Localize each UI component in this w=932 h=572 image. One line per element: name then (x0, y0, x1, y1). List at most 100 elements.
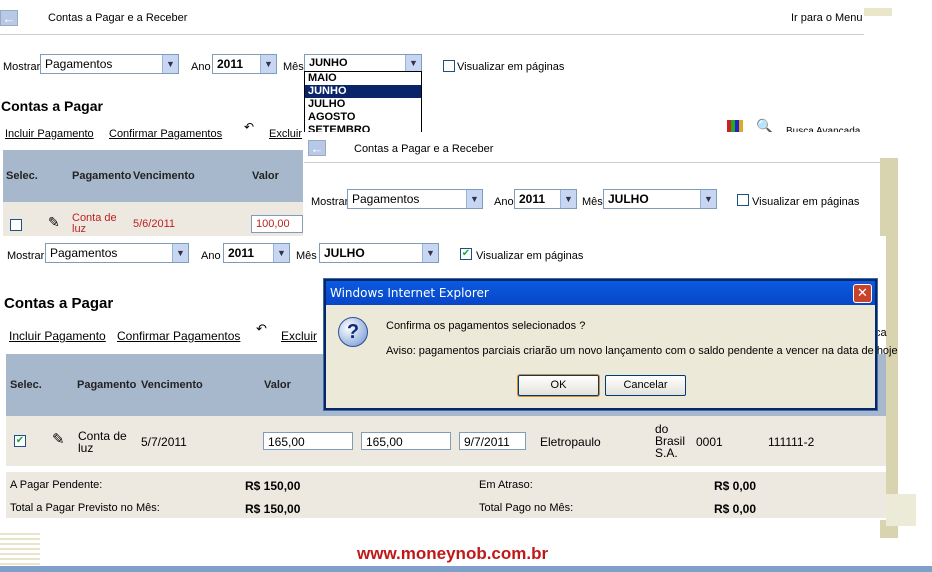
back-arrow-icon[interactable]: ← (0, 10, 18, 26)
incluir-pagamento-link[interactable]: Incluir Pagamento (9, 329, 106, 343)
mostrar-label: Mostrar (7, 250, 45, 262)
confirmar-pagamentos-link[interactable]: Confirmar Pagamentos (109, 128, 222, 140)
chevron-down-icon: ▼ (273, 244, 289, 262)
close-icon[interactable]: ✕ (853, 284, 872, 303)
chevron-down-icon: ▼ (162, 55, 178, 73)
page-title: Contas a Pagar e a Receber (48, 12, 188, 24)
mostrar-select[interactable]: Pagamentos ▼ (45, 243, 189, 263)
ano-select[interactable]: 2011 ▼ (212, 54, 277, 74)
mostrar-select[interactable]: Pagamentos ▼ (40, 54, 179, 74)
total-previsto-value: R$ 150,00 (245, 502, 301, 516)
mes-value: JUNHO (309, 57, 348, 69)
visualizar-label: Visualizar em páginas (752, 196, 860, 208)
col-valor: Valor (264, 379, 291, 391)
atraso-value: R$ 0,00 (714, 479, 757, 493)
row-vencimento: 5/6/2011 (133, 218, 176, 230)
row-valor-input[interactable]: 100,00 (251, 215, 303, 233)
dropdown-option-selected[interactable]: JUNHO (305, 85, 421, 98)
row-banco: do Brasil S.A. (655, 422, 686, 460)
total-pago-value: R$ 0,00 (714, 502, 757, 516)
col-valor: Valor (252, 170, 279, 182)
mostrar-value: Pagamentos (352, 192, 420, 206)
mes-value: JULHO (608, 192, 649, 206)
row-checkbox[interactable] (10, 219, 22, 231)
left-decor (0, 530, 40, 566)
payment-icon: ✎ (52, 431, 65, 448)
col-selec: Selec. (10, 379, 42, 391)
col-vencimento: Vencimento (133, 170, 195, 182)
dialog-message: Confirma os pagamentos selecionados ? (386, 320, 586, 332)
ano-select[interactable]: 2011 ▼ (223, 243, 290, 263)
row-name[interactable]: Conta de luz (78, 430, 130, 454)
row-vencimento: 5/7/2011 (141, 435, 187, 449)
row-data-input[interactable]: 9/7/2011 (459, 432, 526, 450)
mostrar-label: Mostrar (311, 196, 349, 208)
dropdown-option[interactable]: AGOSTO (305, 111, 421, 124)
mes-select[interactable]: JULHO ▼ (603, 189, 717, 209)
chevron-down-icon: ▼ (422, 244, 438, 262)
col-pagamento: Pagamento (77, 379, 137, 391)
decor-strip (864, 8, 892, 16)
confirm-dialog: Windows Internet Explorer ✕ ? Confirma o… (324, 279, 898, 410)
chevron-down-icon: ▼ (172, 244, 188, 262)
mostrar-value: Pagamentos (50, 246, 118, 260)
chevron-down-icon: ▼ (260, 55, 276, 73)
ano-label: Ano (191, 61, 211, 73)
row-agencia: 0001 (696, 435, 723, 449)
visualizar-label: Visualizar em páginas (457, 61, 565, 73)
payment-icon: ✎ (48, 214, 60, 230)
ano-value: 2011 (519, 192, 546, 206)
excluir-link[interactable]: Excluir (281, 329, 317, 343)
row-valor-input[interactable]: 165,00 (263, 432, 353, 450)
section-heading: Contas a Pagar (4, 295, 114, 312)
ano-select[interactable]: 2011 ▼ (514, 189, 577, 209)
col-pagamento: Pagamento (72, 170, 132, 182)
col-selec: Selec. (6, 170, 38, 182)
undo-icon[interactable]: ↶ (244, 120, 254, 134)
row-valor-pago-input[interactable]: 165,00 (361, 432, 451, 450)
row-empresa: Eletropaulo (540, 435, 601, 449)
panel-julho-top: ← Contas a Pagar e a Receber Mostrar Pag… (304, 132, 880, 236)
confirmar-pagamentos-link[interactable]: Confirmar Pagamentos (117, 329, 240, 343)
dialog-warning: Aviso: pagamentos parciais criarão um no… (386, 345, 898, 357)
visualizar-checkbox[interactable] (737, 194, 749, 206)
footer-url[interactable]: www.moneynob.com.br (357, 544, 548, 564)
section-heading: Contas a Pagar (1, 98, 103, 114)
chart-icon[interactable] (727, 120, 743, 132)
incluir-pagamento-link[interactable]: Incluir Pagamento (5, 128, 94, 140)
mes-dropdown-list: MAIO JUNHO JULHO AGOSTO SETEMBRO (304, 71, 422, 133)
visualizar-label: Visualizar em páginas (476, 250, 584, 262)
mostrar-select[interactable]: Pagamentos ▼ (347, 189, 483, 209)
chevron-down-icon: ▼ (560, 190, 576, 208)
excluir-link[interactable]: Excluir (269, 128, 302, 140)
back-arrow-icon[interactable]: ← (308, 140, 326, 156)
mes-label: Mês (296, 250, 317, 262)
cancel-button[interactable]: Cancelar (605, 375, 686, 396)
dropdown-option[interactable]: JULHO (305, 98, 421, 111)
undo-icon[interactable]: ↶ (256, 321, 267, 337)
visualizar-checkbox[interactable]: ✔ (460, 248, 472, 260)
mes-select[interactable]: JULHO ▼ (319, 243, 439, 263)
atraso-label: Em Atraso: (479, 479, 533, 491)
chevron-down-icon: ▼ (700, 190, 716, 208)
mes-select[interactable]: JUNHO ▼ (304, 54, 422, 72)
dropdown-option[interactable]: MAIO (305, 72, 421, 85)
menu-link[interactable]: Ir para o Menu (791, 12, 863, 24)
row-name[interactable]: Conta de luz (72, 213, 124, 235)
mes-label: Mês (283, 61, 304, 73)
chevron-down-icon: ▼ (466, 190, 482, 208)
mostrar-value: Pagamentos (45, 57, 113, 71)
visualizar-checkbox[interactable] (443, 60, 455, 72)
mes-value: JULHO (324, 246, 365, 260)
dialog-title: Windows Internet Explorer (330, 286, 489, 300)
header-divider (304, 162, 880, 163)
ano-value: 2011 (228, 246, 255, 260)
row-checkbox[interactable]: ✔ (14, 435, 26, 447)
col-vencimento: Vencimento (141, 379, 203, 391)
row-conta: 111111-2 (768, 435, 815, 449)
mostrar-label: Mostrar (3, 61, 41, 73)
ano-value: 2011 (217, 57, 244, 71)
ano-label: Ano (201, 250, 221, 262)
ok-button[interactable]: OK (518, 375, 599, 396)
pendente-label: A Pagar Pendente: (10, 479, 103, 491)
